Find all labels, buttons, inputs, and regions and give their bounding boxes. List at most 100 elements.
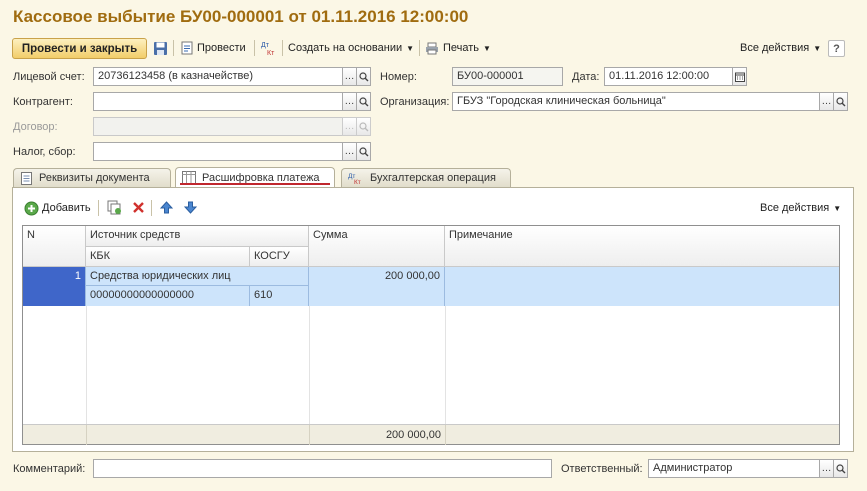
add-icon [24,201,39,215]
print-button-label: Печать [443,42,480,54]
post-icon [180,41,194,55]
save-icon[interactable] [152,40,168,56]
create-based-on-button[interactable]: Создать на основании ▼ [288,38,414,58]
move-up-button[interactable] [158,199,174,215]
all-actions-button[interactable]: Все действия ▼ [740,38,821,58]
contract-label: Договор: [13,121,58,133]
tab-label: Расшифровка платежа [202,171,320,184]
magnifier-icon [358,121,368,131]
counterparty-field[interactable] [93,92,343,111]
post-button[interactable]: Провести [180,38,246,58]
header-kosgu[interactable]: КОСГУ [250,247,309,267]
calendar-icon [734,72,745,82]
payment-table[interactable]: N Источник средств КБК КОСГУ Сумма Приме… [22,225,840,445]
ellipsis-icon: … [344,121,355,132]
copy-icon [107,200,121,214]
tax-select-button[interactable]: … [342,142,357,161]
header-note[interactable]: Примечание [445,226,839,267]
comment-field[interactable] [93,459,552,478]
contract-select-button: … [342,117,357,136]
svg-text:Дт: Дт [261,42,270,49]
document-icon [21,171,32,185]
header-sum[interactable]: Сумма [309,226,445,267]
chevron-down-icon: ▼ [406,43,415,53]
tab-label: Реквизиты документа [39,172,150,184]
svg-text:Кт: Кт [267,50,275,57]
active-tab-underline [180,183,330,185]
magnifier-icon [358,71,368,81]
date-picker-button[interactable] [732,67,747,86]
account-select-button[interactable]: … [342,67,357,86]
svg-text:Кт: Кт [354,179,361,185]
responsible-select-button[interactable]: … [819,459,834,478]
print-button[interactable]: Печать ▼ [425,38,491,58]
magnifier-icon [835,463,845,473]
account-label: Лицевой счет: [13,71,85,83]
delete-row-button[interactable] [130,199,146,215]
magnifier-icon [835,96,845,106]
help-icon: ? [833,42,840,55]
counterparty-open-button[interactable] [356,92,371,111]
tab-label: Бухгалтерская операция [370,172,496,184]
ellipsis-icon: … [821,463,832,474]
contract-open-button [356,117,371,136]
header-source[interactable]: Источник средств [86,226,309,247]
organization-open-button[interactable] [833,92,848,111]
account-open-button[interactable] [356,67,371,86]
responsible-open-button[interactable] [833,459,848,478]
cell-note[interactable] [445,267,839,306]
move-down-button[interactable] [182,199,198,215]
organization-select-button[interactable]: … [819,92,834,111]
table-row[interactable]: 1 Средства юридических лиц 0000000000000… [23,267,839,306]
ellipsis-icon: … [344,96,355,107]
cell-kbk[interactable]: 00000000000000000 [86,286,250,306]
date-field[interactable]: 01.11.2016 12:00:00 [604,67,733,86]
responsible-field[interactable]: Администратор [648,459,820,478]
account-field[interactable]: 20736123458 (в казначействе) [93,67,343,86]
cell-sum[interactable]: 200 000,00 [309,267,445,306]
table-footer: 200 000,00 [23,424,839,445]
add-button-label: Добавить [42,202,91,214]
cell-source[interactable]: Средства юридических лиц [86,267,309,286]
magnifier-icon [358,96,368,106]
responsible-label: Ответственный: [561,463,643,475]
number-label: Номер: [380,71,417,83]
help-button[interactable]: ? [828,40,845,57]
post-and-close-button[interactable]: Провести и закрыть [12,38,147,59]
chevron-down-icon: ▼ [833,203,842,213]
organization-label: Организация: [380,96,450,108]
tax-label: Налог, сбор: [13,146,76,158]
window-title: Кассовое выбытие БУ00-000001 от 01.11.20… [13,7,469,26]
add-row-button[interactable]: Добавить [24,198,91,218]
counterparty-select-button[interactable]: … [342,92,357,111]
dt-kt-icon[interactable]: Дт Кт [260,39,278,57]
number-field[interactable]: БУ00-000001 [452,67,563,86]
cell-n[interactable]: 1 [23,267,86,306]
dt-kt-icon: ДтКт [348,173,361,185]
arrow-down-icon [183,201,197,214]
copy-row-button[interactable] [106,199,122,215]
contract-field [93,117,343,136]
header-kbk[interactable]: КБК [86,247,250,267]
counterparty-label: Контрагент: [13,96,73,108]
ellipsis-icon: … [344,71,355,82]
tax-field[interactable] [93,142,343,161]
tax-open-button[interactable] [356,142,371,161]
footer-total: 200 000,00 [385,429,441,441]
all-actions-label: Все действия [740,42,810,54]
header-n[interactable]: N [23,226,86,267]
table-all-actions-label: Все действия [760,202,830,214]
tab-document-details[interactable]: Реквизиты документа [13,168,171,187]
organization-field[interactable]: ГБУЗ "Городская клиническая больница" [452,92,820,111]
post-button-label: Провести [197,42,246,54]
tab-accounting-operation[interactable]: Дт Кт Бухгалтерская операция [341,168,511,187]
create-based-on-label: Создать на основании [288,42,403,54]
arrow-up-icon [159,200,173,213]
chevron-down-icon: ▼ [483,43,491,53]
chevron-down-icon: ▼ [813,43,822,53]
ellipsis-icon: … [821,96,832,107]
printer-icon [425,42,439,55]
table-all-actions-button[interactable]: Все действия ▼ [760,198,841,218]
delete-icon [132,201,144,213]
cell-kosgu[interactable]: 610 [250,286,309,306]
